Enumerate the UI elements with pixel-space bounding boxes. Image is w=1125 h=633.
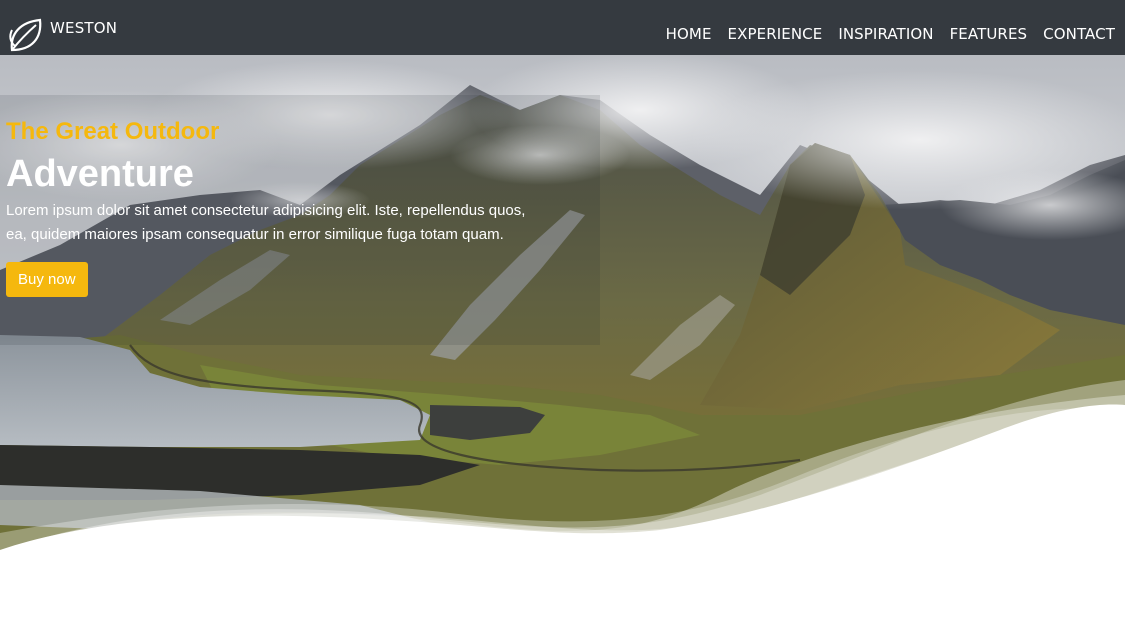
nav-item-contact[interactable]: CONTACT [1043, 25, 1115, 43]
nav-item-experience[interactable]: EXPERIENCE [728, 25, 823, 43]
buy-now-button[interactable]: Buy now [6, 262, 88, 297]
hero-title: Adventure [6, 153, 194, 195]
main-nav: HOME EXPERIENCE INSPIRATION FEATURES CON… [666, 25, 1115, 43]
hero-subtitle: The Great Outdoor [6, 118, 220, 145]
hero-text: The Great Outdoor Adventure Lorem ipsum … [6, 117, 556, 297]
nav-item-features[interactable]: FEATURES [950, 25, 1028, 43]
nav-item-home[interactable]: HOME [666, 25, 712, 43]
hero-section: The Great Outdoor Adventure Lorem ipsum … [0, 55, 1125, 633]
brand-name: WESTON [50, 18, 118, 37]
hero-description: Lorem ipsum dolor sit amet consectetur a… [6, 202, 526, 243]
nav-item-inspiration[interactable]: INSPIRATION [838, 25, 933, 43]
brand-link[interactable]: WESTON [6, 14, 117, 56]
navbar: WESTON HOME EXPERIENCE INSPIRATION FEATU… [0, 0, 1125, 55]
leaf-icon [9, 18, 42, 52]
